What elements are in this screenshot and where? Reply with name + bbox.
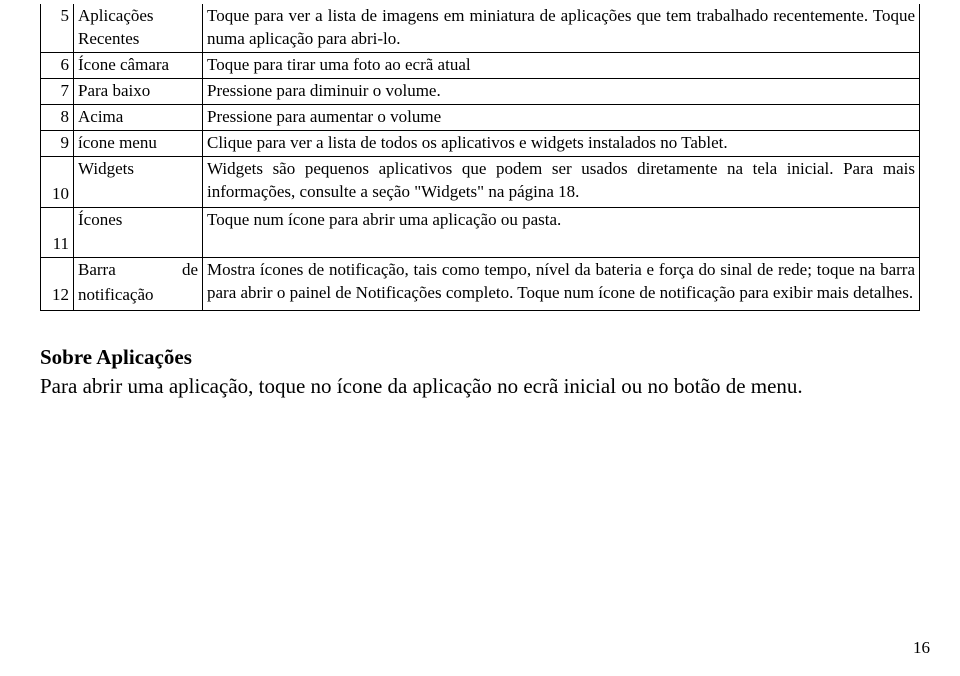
page: 5 Aplicações Recentes Toque para ver a l…	[20, 0, 940, 400]
row-desc: Toque num ícone para abrir uma aplicação…	[203, 207, 920, 258]
row-label: Aplicações Recentes	[74, 4, 203, 52]
row-label-blank	[74, 308, 203, 311]
table-row: Barra de Mostra ícones de notificação, t…	[41, 258, 920, 283]
table-row: 7 Para baixo Pressione para diminuir o v…	[41, 78, 920, 104]
table-row: Ícones Toque num ícone para abrir uma ap…	[41, 207, 920, 232]
about-apps-section: Sobre Aplicações Para abrir uma aplicaçã…	[40, 343, 920, 400]
table-row: 9 ícone menu Clique para ver a lista de …	[41, 130, 920, 156]
row-label: Ícone câmara	[74, 52, 203, 78]
row-number: 12	[41, 283, 74, 308]
row-number: 6	[41, 52, 74, 78]
row-number-blank	[41, 207, 74, 232]
table-row: Widgets Widgets são pequenos aplicativos…	[41, 156, 920, 181]
row-desc: Clique para ver a lista de todos os apli…	[203, 130, 920, 156]
features-table: 5 Aplicações Recentes Toque para ver a l…	[40, 4, 920, 311]
row-number: 10	[41, 182, 74, 207]
row-label: ícone menu	[74, 130, 203, 156]
row-desc: Toque para tirar uma foto ao ecrã atual	[203, 52, 920, 78]
row-label: Widgets	[74, 156, 203, 181]
table-row: 6 Ícone câmara Toque para tirar uma foto…	[41, 52, 920, 78]
row-label: Para baixo	[74, 78, 203, 104]
section-title: Sobre Aplicações	[40, 343, 920, 371]
row-label-blank	[74, 232, 203, 257]
row-label-blank	[74, 182, 203, 207]
row-number: 7	[41, 78, 74, 104]
row-number: 11	[41, 232, 74, 257]
row-label: notificação	[74, 283, 203, 308]
row-label: Ícones	[74, 207, 203, 232]
row-desc: Widgets são pequenos aplicativos que pod…	[203, 156, 920, 207]
row-number: 9	[41, 130, 74, 156]
row-desc: Mostra ícones de notificação, tais como …	[203, 258, 920, 311]
table-row: 8 Acima Pressione para aumentar o volume	[41, 104, 920, 130]
row-desc: Pressione para aumentar o volume	[203, 104, 920, 130]
row-label: Barra de	[74, 258, 203, 283]
row12-label-de: de	[182, 260, 198, 279]
row-number-blank	[41, 156, 74, 181]
row-label: Acima	[74, 104, 203, 130]
row12-label-line1: Barra	[78, 260, 116, 279]
section-body: Para abrir uma aplicação, toque no ícone…	[40, 372, 920, 400]
row-number-blank	[41, 258, 74, 283]
page-number: 16	[913, 638, 930, 658]
row-desc: Pressione para diminuir o volume.	[203, 78, 920, 104]
row-number: 8	[41, 104, 74, 130]
row-number-blank	[41, 308, 74, 311]
row-desc: Toque para ver a lista de imagens em min…	[203, 4, 920, 52]
row-number: 5	[41, 4, 74, 52]
